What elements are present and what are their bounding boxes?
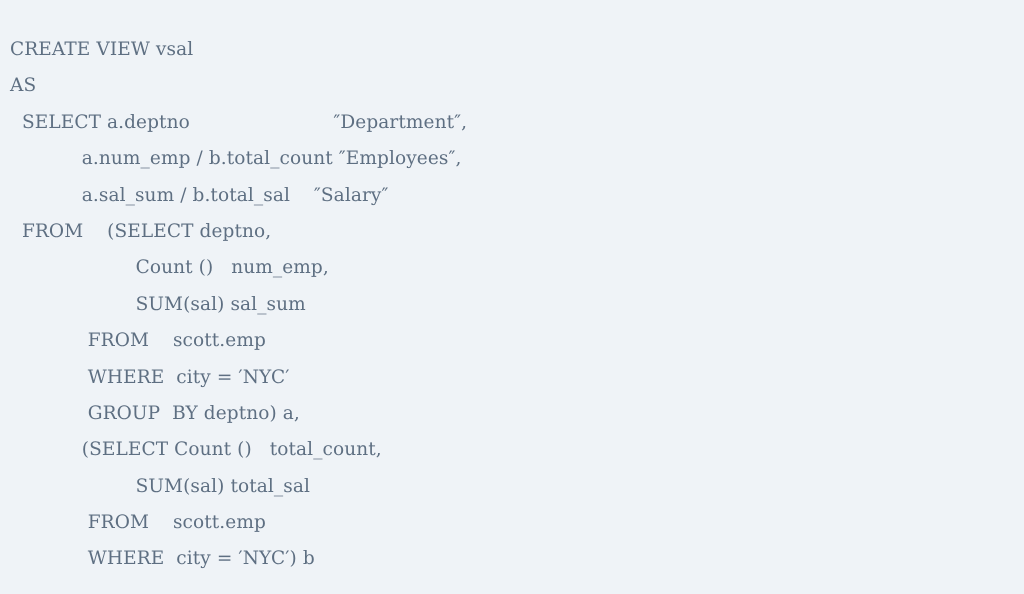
code-line: WHERE city = ′NYC′ bbox=[10, 366, 290, 388]
code-line: (SELECT Count () total_count, bbox=[10, 439, 382, 461]
sql-code-listing: CREATE VIEW vsal AS SELECT a.deptno ″Depa… bbox=[0, 13, 1024, 594]
code-line: a.num_emp / b.total_count ″Employees″, bbox=[10, 148, 462, 170]
code-line: Count () num_emp, bbox=[10, 257, 329, 279]
code-line: a.sal_sum / b.total_sal ″Salary″ bbox=[10, 184, 389, 206]
code-line: GROUP BY deptno) a, bbox=[10, 402, 300, 424]
code-line: SUM(sal) sal_sum bbox=[10, 293, 306, 315]
code-line: FROM scott.emp bbox=[10, 512, 266, 534]
code-line: FROM scott.emp bbox=[10, 330, 266, 352]
code-line: CREATE VIEW vsal bbox=[10, 39, 194, 60]
code-line: SUM(sal) total_sal bbox=[10, 475, 310, 497]
code-line: FROM (SELECT deptno, bbox=[10, 220, 272, 242]
code-line: WHERE city = ′NYC′) b bbox=[10, 548, 315, 570]
code-line: SELECT a.deptno ″Department″, bbox=[10, 111, 468, 133]
code-line: AS bbox=[10, 75, 37, 97]
